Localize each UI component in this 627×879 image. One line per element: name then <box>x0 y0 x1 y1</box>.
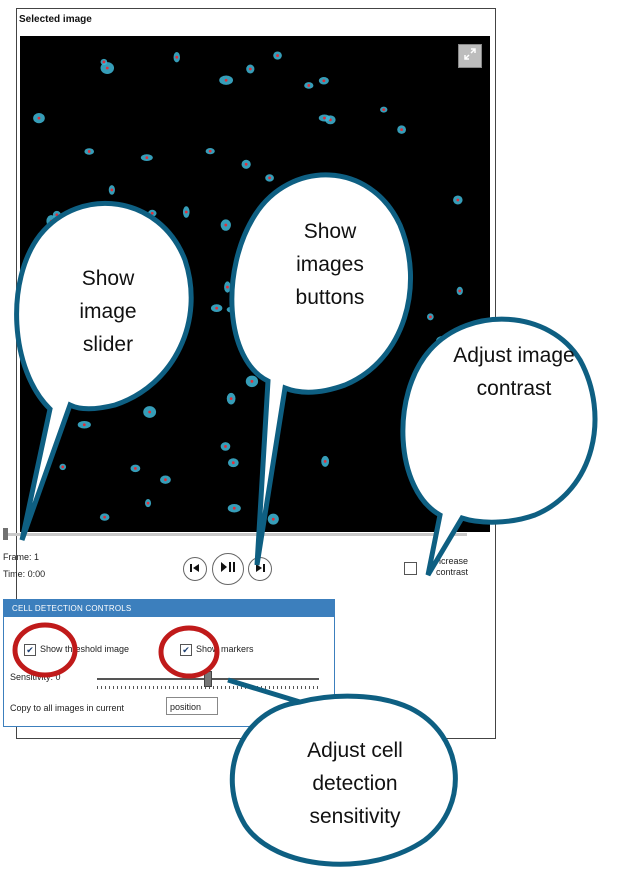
cell <box>220 219 231 231</box>
callout-text-buttons: Show images buttons <box>295 220 365 309</box>
cell <box>227 503 241 513</box>
cell <box>75 253 90 261</box>
cell <box>304 82 314 89</box>
cell <box>77 420 91 429</box>
cell <box>220 442 231 451</box>
cell <box>46 215 57 228</box>
cell <box>265 174 274 182</box>
cell <box>240 237 247 249</box>
frame-label: Frame: 1 <box>3 552 40 562</box>
cell <box>262 240 270 253</box>
cell <box>108 185 115 195</box>
cell <box>140 154 153 162</box>
cell <box>422 493 432 505</box>
expand-icon <box>463 47 477 66</box>
cell <box>247 251 261 263</box>
previous-frame-button[interactable] <box>183 557 207 581</box>
cell <box>144 499 152 508</box>
cell <box>82 385 94 398</box>
cell <box>173 51 181 63</box>
cell <box>241 159 251 169</box>
cell <box>43 236 56 247</box>
cell <box>245 309 253 317</box>
cell <box>119 227 131 239</box>
cell <box>435 336 449 347</box>
step-back-icon <box>189 560 201 578</box>
cell <box>182 206 190 218</box>
cell <box>380 106 388 113</box>
cell <box>160 475 171 484</box>
cell <box>219 75 234 85</box>
play-pause-icon <box>220 560 236 578</box>
cell <box>273 51 282 60</box>
cell <box>263 439 277 447</box>
cell <box>427 313 434 321</box>
cell <box>143 406 157 418</box>
show-threshold-label: Show threshold image <box>40 644 130 654</box>
cell <box>346 346 355 355</box>
cell <box>33 113 45 124</box>
callout-text-sensitivity: Adjust cell detection sensitivity <box>307 739 403 828</box>
show-markers-label: Show markers <box>196 644 254 654</box>
callout-text-contrast: Adjust image contrast <box>453 344 575 400</box>
time-label: Time: 0:00 <box>3 569 46 579</box>
cell <box>453 195 463 205</box>
cell <box>267 513 279 525</box>
cell <box>205 148 215 155</box>
cell <box>84 148 95 155</box>
cell <box>245 375 259 388</box>
increase-contrast-label: Increase contrast <box>433 556 468 577</box>
cell <box>226 392 236 405</box>
cell <box>270 197 278 208</box>
panel-title: Selected image <box>19 14 92 25</box>
cell <box>210 304 223 312</box>
cell <box>318 114 331 122</box>
step-forward-icon <box>254 560 266 578</box>
sensitivity-label: Sensitivity: 0 <box>10 672 61 682</box>
cell <box>99 513 110 521</box>
play-pause-button[interactable] <box>212 553 244 585</box>
cell <box>59 463 67 471</box>
cell <box>397 125 406 134</box>
cell <box>318 77 329 85</box>
cell-detection-header: CELL DETECTION CONTROLS <box>4 600 334 617</box>
cell <box>321 455 330 467</box>
cell <box>456 286 463 296</box>
cell <box>227 458 239 468</box>
increase-contrast-checkbox[interactable] <box>404 562 417 575</box>
cell <box>224 281 231 293</box>
cell <box>147 209 157 217</box>
cell <box>439 452 452 462</box>
expand-button[interactable] <box>458 44 482 68</box>
copy-scope-select[interactable]: position <box>166 697 218 715</box>
copy-to-all-label: Copy to all images in current <box>10 703 125 713</box>
cell <box>246 64 255 74</box>
cell <box>226 306 240 313</box>
show-markers-checkbox[interactable]: ✔ <box>180 644 192 656</box>
callout-text-slider: Show image slider <box>79 267 137 356</box>
show-threshold-checkbox[interactable]: ✔ <box>24 644 36 656</box>
image-slider-thumb[interactable] <box>3 528 8 540</box>
image-slider-track[interactable] <box>5 533 467 536</box>
next-frame-button[interactable] <box>248 557 272 581</box>
cell <box>100 58 108 66</box>
sensitivity-slider-thumb[interactable] <box>204 671 212 687</box>
cell <box>130 464 141 473</box>
